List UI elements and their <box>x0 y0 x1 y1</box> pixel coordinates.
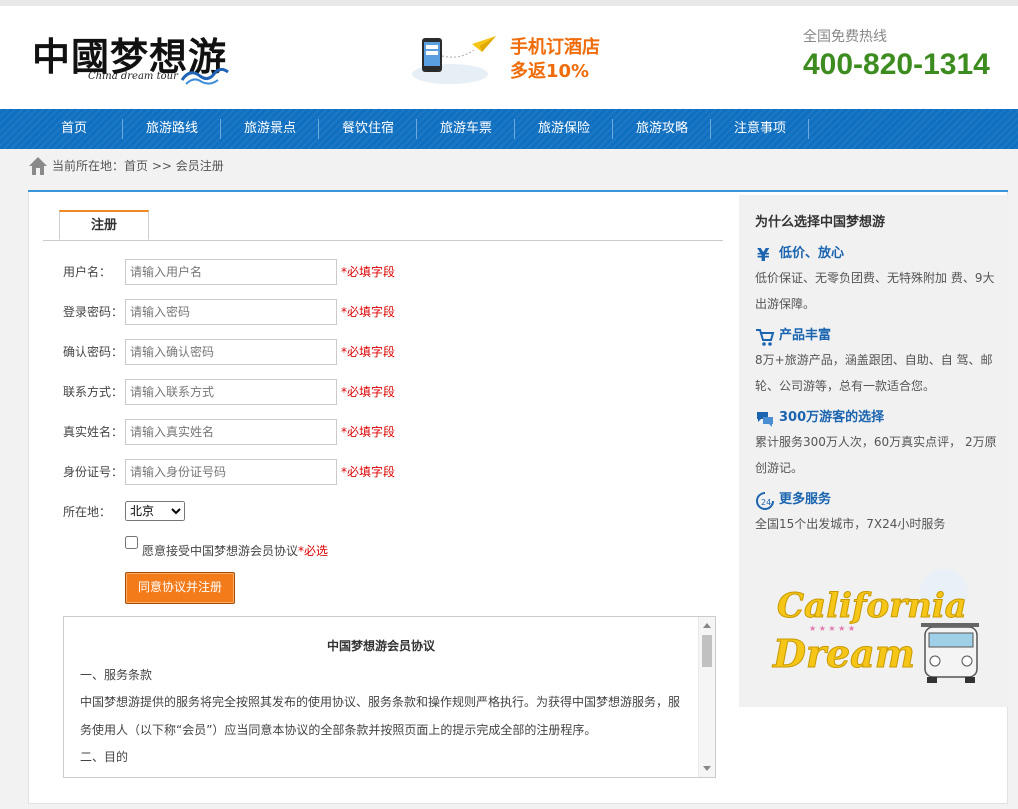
nav-routes[interactable]: 旅游路线 <box>136 109 208 149</box>
feature-title: 低价、放心 <box>779 246 845 261</box>
why-choose-sidebar: 为什么选择中国梦想游 ¥ 低价、放心 低价保证、无零负团费、无特殊附加 费、9大… <box>739 195 1009 707</box>
feature-desc: 低价保证、无零负团费、无特殊附加 费、9大出游保障。 <box>755 271 995 311</box>
agreement-section-1: 一、服务条款 <box>80 668 153 682</box>
agree-required: *必选 <box>298 544 329 558</box>
required-note: *必填字段 <box>341 465 396 479</box>
username-input[interactable] <box>125 259 337 285</box>
tab-register[interactable]: 注册 <box>59 210 149 240</box>
required-note: *必填字段 <box>341 265 396 279</box>
register-panel: 注册 用户名： *必填字段 登录密码： *必填字段 确认密码： *必填字段 联系… <box>28 192 1009 804</box>
contact-input[interactable] <box>125 379 337 405</box>
id-number-input[interactable] <box>125 459 337 485</box>
phone-plane-icon <box>412 36 496 84</box>
nav-separator <box>710 119 711 139</box>
feature-desc: 累计服务300万人次，60万真实点评， 2万原创游记。 <box>755 435 997 475</box>
clock-24-icon: 24 <box>756 492 774 510</box>
password-input[interactable] <box>125 299 337 325</box>
agree-text: 愿意接受中国梦想游会员协议*必选 <box>142 544 329 558</box>
hotline-label: 全国免费热线 <box>803 29 887 45</box>
nav-dining-lodging[interactable]: 餐饮住宿 <box>332 109 404 149</box>
nav-notices[interactable]: 注意事项 <box>724 109 796 149</box>
nav-separator <box>220 119 221 139</box>
svg-text:24: 24 <box>761 498 771 507</box>
register-button[interactable]: 同意协议并注册 <box>125 572 235 604</box>
nav-tickets[interactable]: 旅游车票 <box>430 109 502 149</box>
nav-separator <box>514 119 515 139</box>
sidebar-title: 为什么选择中国梦想游 <box>755 215 886 230</box>
tab-bar: 注册 <box>43 210 723 241</box>
nav-separator <box>416 119 417 139</box>
password-label: 登录密码： <box>63 305 124 319</box>
feature-desc: 8万+旅游产品，涵盖跟团、自助、自 驾、邮轮、公司游等，总有一款适合您。 <box>755 353 993 393</box>
realname-label: 真实姓名： <box>63 425 124 439</box>
scroll-down-arrow-icon[interactable] <box>703 766 711 771</box>
location-label: 所在地： <box>63 505 112 519</box>
nav-separator <box>122 119 123 139</box>
logo-subtitle: China dream tour <box>88 71 178 82</box>
location-select[interactable]: 北京 <box>125 501 185 521</box>
nav-attractions[interactable]: 旅游景点 <box>234 109 306 149</box>
required-note: *必填字段 <box>341 425 396 439</box>
breadcrumb-text: 当前所在地：首页 >> 会员注册 <box>52 159 224 173</box>
agreement-scrollbar[interactable] <box>698 617 715 777</box>
confirm-password-label: 确认密码： <box>63 345 124 359</box>
nav-separator <box>318 119 319 139</box>
california-dream-banner[interactable]: California ★ ★ ★ ★ ★ Dream <box>769 565 984 695</box>
required-note: *必填字段 <box>341 385 396 399</box>
chat-icon <box>757 412 773 427</box>
promo-banner[interactable]: 手机订酒店 多返10% <box>410 30 640 90</box>
agreement-box[interactable]: 中国梦想游会员协议 一、服务条款 中国梦想游提供的服务将完全按照其发布的使用协议… <box>63 616 716 778</box>
feature-title: 更多服务 <box>779 492 832 507</box>
promo-text: 手机订酒店 多返10% <box>510 37 600 82</box>
scroll-thumb[interactable] <box>702 635 712 667</box>
confirm-password-input[interactable] <box>125 339 337 365</box>
agreement-body: 中国梦想游提供的服务将完全按照其发布的使用协议、服务条款和操作规则严格执行。为获… <box>80 695 681 737</box>
nav-separator <box>808 119 809 139</box>
nav-home[interactable]: 首页 <box>44 109 104 149</box>
site-logo[interactable]: 中國梦想游 China dream tour <box>30 26 230 92</box>
feature-title: 产品丰富 <box>779 328 832 343</box>
id-number-label: 身份证号： <box>63 465 124 479</box>
required-note: *必填字段 <box>341 345 396 359</box>
yen-icon: ¥ <box>757 245 770 265</box>
nav-separator <box>612 119 613 139</box>
nav-insurance[interactable]: 旅游保险 <box>528 109 600 149</box>
hotline-number: 400-820-1314 <box>803 48 990 81</box>
agree-checkbox[interactable] <box>125 536 138 549</box>
cart-icon <box>756 329 775 346</box>
home-icon <box>29 157 47 175</box>
site-header: 中國梦想游 China dream tour 手机订酒店 多返10% 全国免费热… <box>0 6 1018 109</box>
scroll-up-arrow-icon[interactable] <box>703 623 711 628</box>
username-label: 用户名： <box>63 265 112 279</box>
feature-title: 300万游客的选择 <box>779 410 885 425</box>
wave-icon <box>180 67 229 85</box>
agreement-title: 中国梦想游会员协议 <box>326 639 435 653</box>
contact-label: 联系方式： <box>63 385 124 399</box>
realname-input[interactable] <box>125 419 337 445</box>
banner-line-2: Dream <box>772 631 915 676</box>
banner-line-1: California <box>777 586 967 626</box>
main-nav: 首页 旅游路线 旅游景点 餐饮住宿 旅游车票 旅游保险 旅游攻略 注意事项 <box>0 109 1018 149</box>
required-note: *必填字段 <box>341 305 396 319</box>
agreement-section-2: 二、目的 <box>80 750 129 764</box>
feature-desc: 全国15个出发城市，7X24小时服务 <box>755 517 946 531</box>
nav-guides[interactable]: 旅游攻略 <box>626 109 698 149</box>
svg-text:¥: ¥ <box>757 245 770 265</box>
